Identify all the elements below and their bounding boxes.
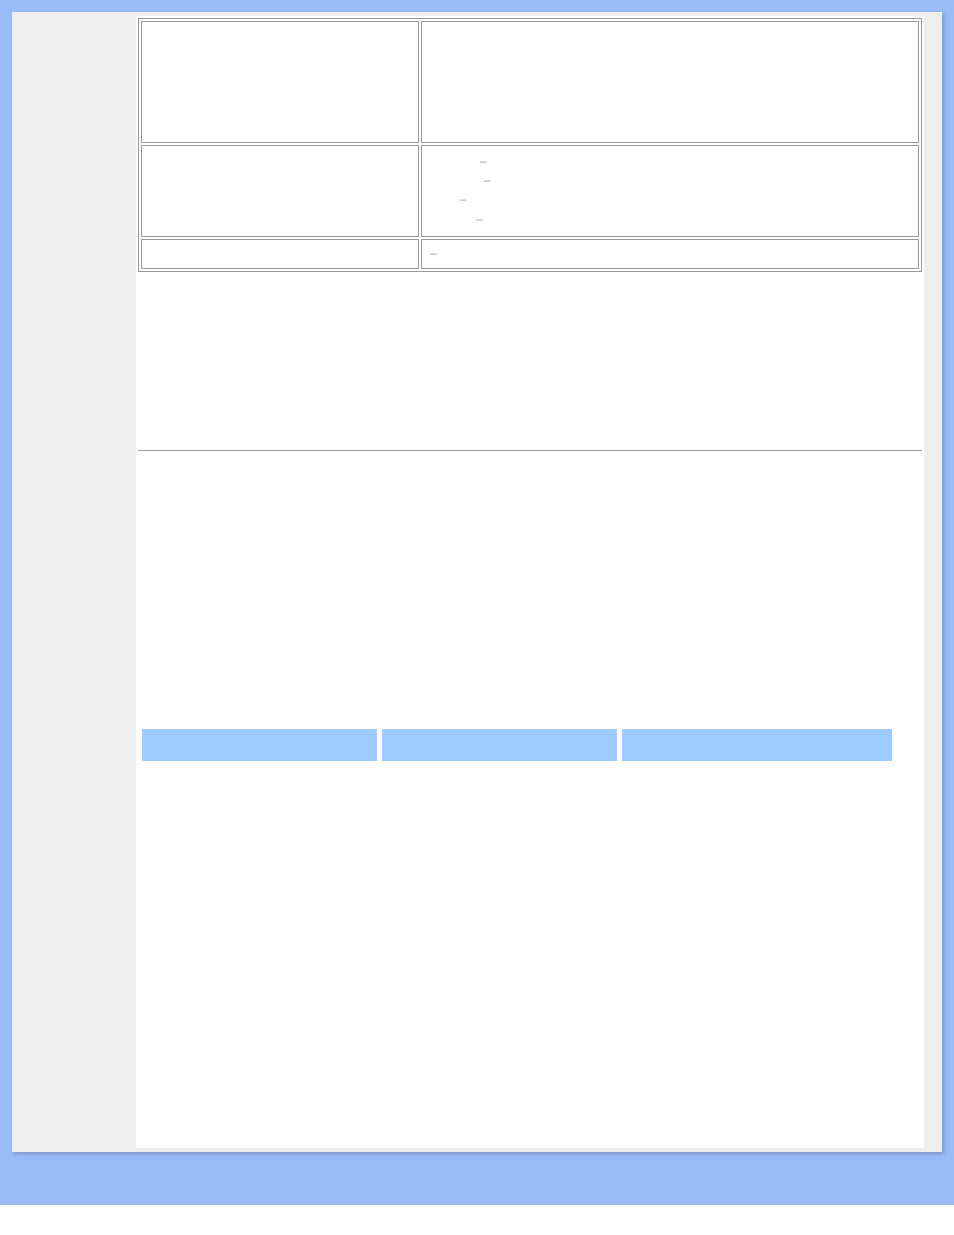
- sidebar: [16, 16, 136, 1148]
- table-row: [141, 21, 919, 143]
- tab-bar: [138, 729, 922, 761]
- meta-label-cell: [141, 21, 419, 143]
- meta-value-list: – – – –: [430, 152, 910, 229]
- tab[interactable]: [382, 729, 617, 761]
- right-gutter: [924, 16, 938, 1148]
- spacer: [138, 451, 922, 715]
- meta-value: –: [430, 246, 437, 260]
- spacer: [138, 272, 922, 450]
- meta-value-cell: – – – –: [421, 145, 919, 237]
- content-block: [138, 761, 922, 1146]
- meta-value-cell: [421, 21, 919, 143]
- main-content: – – – – –: [136, 16, 924, 1148]
- list-item: –: [456, 210, 910, 229]
- meta-label-cell: [141, 145, 419, 237]
- meta-label-cell: [141, 239, 419, 269]
- meta-value-cell: –: [421, 239, 919, 269]
- page: – – – – –: [12, 12, 942, 1152]
- meta-table: – – – – –: [138, 18, 922, 272]
- outer-frame: – – – – –: [0, 0, 954, 1205]
- table-row: –: [141, 239, 919, 269]
- tab[interactable]: [622, 729, 892, 761]
- table-row: – – – –: [141, 145, 919, 237]
- list-item: –: [456, 152, 910, 171]
- tab[interactable]: [142, 729, 377, 761]
- list-item: –: [456, 190, 910, 209]
- list-item: –: [456, 171, 910, 190]
